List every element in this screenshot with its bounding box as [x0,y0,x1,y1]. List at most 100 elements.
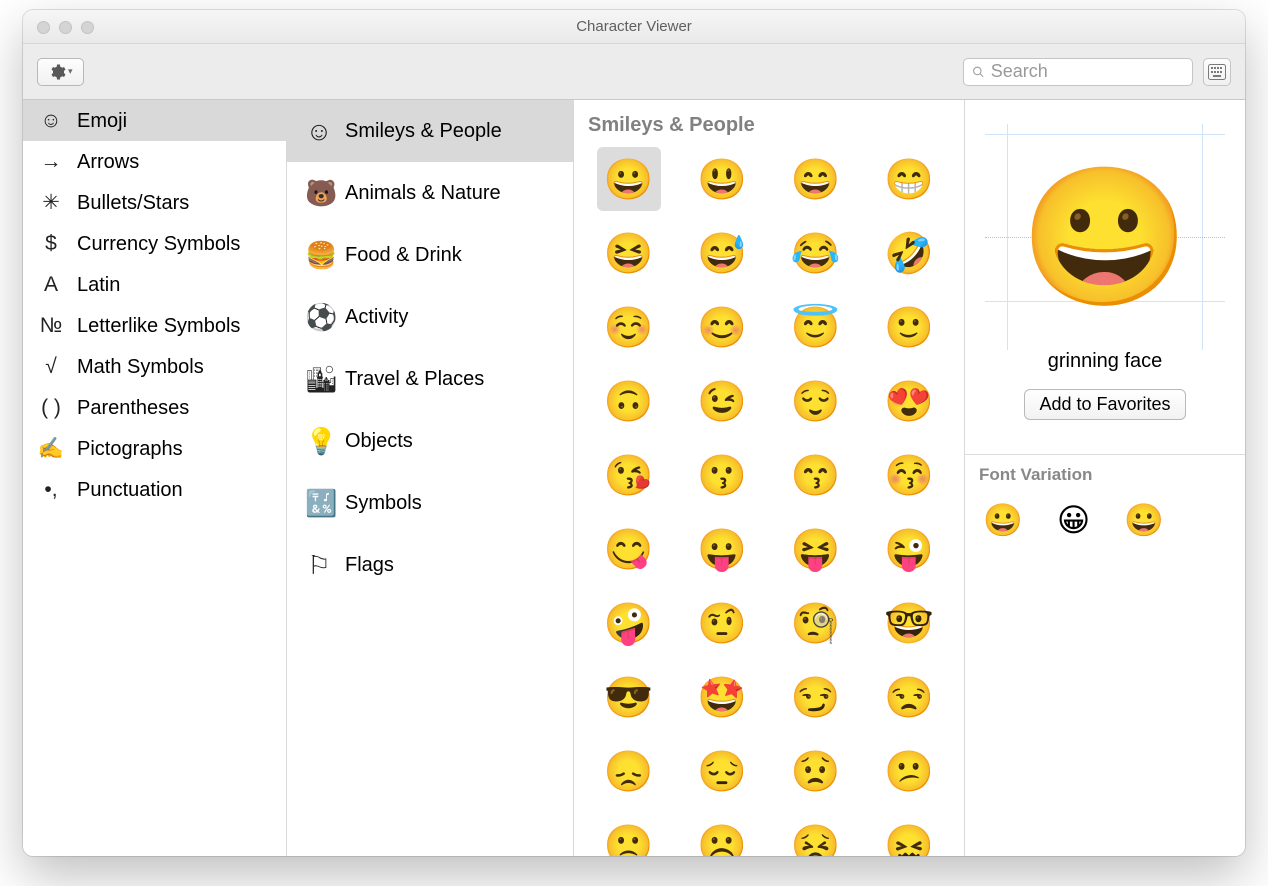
emoji-cell[interactable]: 😜 [877,517,941,581]
subcategory-icon: 🐻 [305,180,333,206]
font-variation-heading: Font Variation [965,455,1245,495]
toolbar: ▾ [23,44,1245,100]
sidebar-item-label: Math Symbols [77,357,204,377]
emoji-cell[interactable]: 😃 [690,147,754,211]
sidebar-item-label: Punctuation [77,480,183,500]
emoji-cell[interactable]: 😙 [784,443,848,507]
sidebar-item-label: Pictographs [77,439,183,459]
subcategory-icon: ☺ [305,118,333,144]
subcategory-item-objects[interactable]: 💡Objects [287,410,573,472]
emoji-cell[interactable]: 😌 [784,369,848,433]
preview-glyph: 😀 [1020,169,1189,305]
sidebar-item-punctuation[interactable]: •, Punctuation [23,469,286,510]
category-icon: № [37,315,65,336]
emoji-cell[interactable]: 😚 [877,443,941,507]
emoji-cell[interactable]: 😞 [597,739,661,803]
emoji-cell[interactable]: 🙃 [597,369,661,433]
subcategory-item-food-drink[interactable]: 🍔Food & Drink [287,224,573,286]
subcategory-item-animals-nature[interactable]: 🐻Animals & Nature [287,162,573,224]
emoji-cell[interactable]: 😀 [597,147,661,211]
emoji-cell[interactable]: 😁 [877,147,941,211]
close-icon[interactable] [37,21,50,34]
emoji-cell[interactable]: 🧐 [784,591,848,655]
sidebar-item-label: Latin [77,275,120,295]
emoji-cell[interactable]: 🤪 [597,591,661,655]
emoji-cell[interactable]: 😗 [690,443,754,507]
titlebar: Character Viewer [23,10,1245,44]
search-field[interactable] [963,58,1193,86]
zoom-icon[interactable] [81,21,94,34]
emoji-cell[interactable]: 🤩 [690,665,754,729]
emoji-cell[interactable]: 😔 [690,739,754,803]
emoji-cell[interactable]: 🤨 [690,591,754,655]
emoji-cell[interactable]: 😉 [690,369,754,433]
emoji-cell[interactable]: 😂 [784,221,848,285]
subcategory-item-flags[interactable]: ⚐Flags [287,534,573,596]
emoji-cell[interactable]: 😝 [784,517,848,581]
settings-menu-button[interactable]: ▾ [37,58,84,86]
subcategory-item-activity[interactable]: ⚽Activity [287,286,573,348]
emoji-cell[interactable]: 😏 [784,665,848,729]
emoji-cell[interactable]: 😋 [597,517,661,581]
sidebar-item-math-symbols[interactable]: √ Math Symbols [23,346,286,387]
category-icon: ✍ [37,438,65,459]
emoji-cell[interactable]: 😘 [597,443,661,507]
category-sidebar: ☺Emoji→Arrows✳Bullets/Stars$Currency Sym… [23,100,287,856]
category-icon: A [37,274,65,295]
emoji-cell[interactable]: 😆 [597,221,661,285]
gear-icon [48,63,66,81]
sidebar-item-letterlike-symbols[interactable]: № Letterlike Symbols [23,305,286,346]
sidebar-item-arrows[interactable]: →Arrows [23,141,286,182]
emoji-cell[interactable]: 😄 [784,147,848,211]
font-variant[interactable]: 😀 [1124,501,1164,539]
font-variation-section: Font Variation 😀 😀︎ 😀 [965,454,1245,557]
sidebar-item-pictographs[interactable]: ✍ Pictographs [23,428,286,469]
subcategory-icon: 💡 [305,428,333,454]
subcategory-icon: ⚽ [305,304,333,330]
sidebar-item-label: Letterlike Symbols [77,316,240,336]
emoji-cell[interactable]: 🤓 [877,591,941,655]
emoji-cell[interactable]: 🤣 [877,221,941,285]
subcategory-item-smileys-people[interactable]: ☺ Smileys & People [287,100,573,162]
emoji-grid: 😀 😃 😄 😁 😆 😅 😂 🤣 ☺️ 😊 😇 🙂 🙃 😉 😌 😍 😘 😗 😙 😚 😋 😛 😝 😜 🤪 🤨 🧐 🤓 😎 🤩 😏 😒 😞 😔 😟 😕 🙁 ☹️… [574,147,964,856]
subcategory-label: Smileys & People [345,121,502,141]
emoji-cell[interactable]: 😒 [877,665,941,729]
keyboard-icon [1208,64,1226,80]
emoji-cell[interactable]: 😍 [877,369,941,433]
subcategory-icon: 🏙 [305,366,333,392]
chevron-down-icon: ▾ [68,66,73,77]
sidebar-item-emoji[interactable]: ☺Emoji [23,100,286,141]
emoji-cell[interactable]: 😕 [877,739,941,803]
preview: 😀 grinning face Add to Favorites [965,100,1245,454]
emoji-cell[interactable]: 😖 [877,813,941,856]
collapse-button[interactable] [1203,58,1231,86]
emoji-cell[interactable]: 😎 [597,665,661,729]
emoji-cell[interactable]: 😅 [690,221,754,285]
add-to-favorites-button[interactable]: Add to Favorites [1024,389,1185,420]
emoji-cell[interactable]: 😣 [784,813,848,856]
search-input[interactable] [991,61,1184,82]
sidebar-item-label: Parentheses [77,398,189,418]
sidebar-item-latin[interactable]: A Latin [23,264,286,305]
minimize-icon[interactable] [59,21,72,34]
emoji-cell[interactable]: 😊 [690,295,754,359]
emoji-cell[interactable]: 😛 [690,517,754,581]
emoji-cell[interactable]: ☹️ [690,813,754,856]
emoji-cell[interactable]: 😇 [784,295,848,359]
category-icon: •, [37,479,65,500]
sidebar-item-bullets-stars[interactable]: ✳Bullets/Stars [23,182,286,223]
preview-grid: 😀 [985,124,1225,350]
emoji-cell[interactable]: ☺️ [597,295,661,359]
panes: ☺Emoji→Arrows✳Bullets/Stars$Currency Sym… [23,100,1245,856]
sidebar-item-currency-symbols[interactable]: $Currency Symbols [23,223,286,264]
category-icon: √ [37,356,65,377]
sidebar-item-parentheses[interactable]: ( )Parentheses [23,387,286,428]
subcategory-item-travel-places[interactable]: 🏙 Travel & Places [287,348,573,410]
subcategory-item-symbols[interactable]: 🔣Symbols [287,472,573,534]
emoji-cell[interactable]: 🙁 [597,813,661,856]
emoji-cell[interactable]: 😟 [784,739,848,803]
font-variant[interactable]: 😀 [983,501,1023,539]
emoji-cell[interactable]: 🙂 [877,295,941,359]
subcategory-label: Travel & Places [345,369,484,389]
font-variant[interactable]: 😀︎ [1057,501,1090,539]
